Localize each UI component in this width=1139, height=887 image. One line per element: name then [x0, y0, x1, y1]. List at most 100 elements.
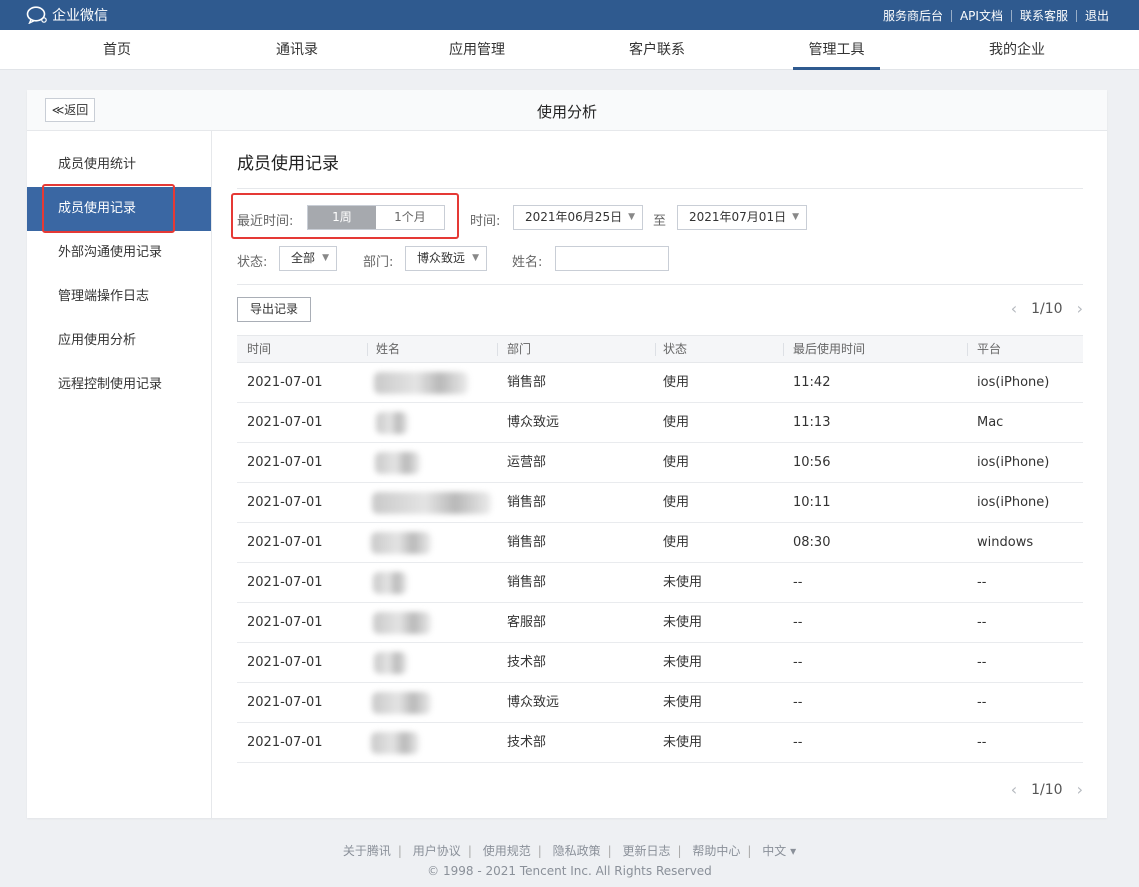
caret-down-icon: ▼ — [792, 212, 799, 222]
cell-status: 未使用 — [663, 615, 703, 630]
name-input[interactable] — [555, 246, 669, 271]
date-to-picker[interactable]: 2021年07月01日 ▼ — [677, 205, 807, 230]
cell-platform: windows — [977, 535, 1034, 550]
sidebar-item-remote-control-records[interactable]: 远程控制使用记录 — [27, 363, 211, 407]
copyright: © 1998 - 2021 Tencent Inc. All Rights Re… — [427, 864, 712, 878]
cell-platform: -- — [977, 735, 987, 750]
nav-app-management[interactable]: 应用管理 — [440, 30, 514, 70]
vendor-backend-link[interactable]: 服务商后台 — [883, 7, 943, 24]
cell-platform: -- — [977, 575, 987, 590]
caret-down-icon: ▼ — [322, 253, 329, 263]
cell-last-used: 10:56 — [793, 455, 831, 470]
sidebar-item-admin-operation-log[interactable]: 管理端操作日志 — [27, 275, 211, 319]
caret-down-icon: ▼ — [628, 212, 635, 222]
status-label: 状态: — [237, 255, 268, 270]
divider: | — [747, 844, 752, 858]
cell-status: 使用 — [663, 415, 690, 430]
cell-status: 使用 — [663, 535, 690, 550]
divider — [367, 343, 368, 356]
department-label: 部门: — [363, 255, 394, 270]
chevron-right-icon[interactable]: › — [1077, 299, 1083, 318]
date-from-picker[interactable]: 2021年06月25日 ▼ — [513, 205, 643, 230]
cell-department: 客服部 — [507, 615, 547, 630]
content-card: ≪返回 使用分析 成员使用统计 成员使用记录 外部沟通使用记录 管理端操作日志 … — [27, 90, 1107, 818]
table-header: 时间 姓名 部门 状态 最后使用时间 平台 — [237, 335, 1083, 363]
nav-customer-contact[interactable]: 客户联系 — [620, 30, 694, 70]
column-header-status: 状态 — [663, 342, 688, 356]
cell-status: 未使用 — [663, 575, 703, 590]
cell-status: 未使用 — [663, 695, 703, 710]
table-row: 2021-07-01 技术部 未使用 -- -- — [237, 643, 1083, 683]
page-indicator: 1/10 — [1031, 300, 1063, 317]
cell-time: 2021-07-01 — [247, 375, 323, 390]
cell-last-used: -- — [793, 615, 803, 630]
cell-department: 销售部 — [507, 375, 547, 390]
blurred-name — [371, 732, 419, 754]
sidebar-item-member-usage-stats[interactable]: 成员使用统计 — [27, 143, 211, 187]
cell-platform: ios(iPhone) — [977, 495, 1050, 510]
divider — [967, 343, 968, 356]
blurred-name — [374, 372, 468, 394]
divider — [783, 343, 784, 356]
nav-management-tools[interactable]: 管理工具 — [793, 30, 880, 70]
blurred-name — [372, 492, 491, 514]
blurred-name — [373, 572, 407, 594]
api-docs-link[interactable]: API文档 — [960, 7, 1003, 24]
cell-status: 使用 — [663, 455, 690, 470]
table-row: 2021-07-01 博众致远 使用 11:13 Mac — [237, 403, 1083, 443]
cell-department: 运营部 — [507, 455, 547, 470]
nav-my-enterprise[interactable]: 我的企业 — [980, 30, 1054, 70]
chevron-left-icon[interactable]: ‹ — [1011, 780, 1017, 799]
language-selector[interactable]: 中文 ▾ — [762, 844, 796, 858]
table-row: 2021-07-01 博众致远 未使用 -- -- — [237, 683, 1083, 723]
cell-status: 未使用 — [663, 655, 703, 670]
blurred-name — [374, 652, 407, 674]
sidebar-item-member-usage-records[interactable]: 成员使用记录 — [27, 187, 211, 231]
cell-department: 销售部 — [507, 495, 547, 510]
cell-platform: ios(iPhone) — [977, 375, 1050, 390]
footer-link-help-center[interactable]: 帮助中心 — [692, 844, 740, 858]
main-nav: 首页 通讯录 应用管理 客户联系 管理工具 我的企业 — [0, 30, 1139, 70]
cell-department: 销售部 — [507, 575, 547, 590]
table-row: 2021-07-01 销售部 使用 08:30 windows — [237, 523, 1083, 563]
wecom-logo-icon — [26, 6, 48, 24]
logout-link[interactable]: 退出 — [1085, 7, 1109, 24]
time-label: 时间: — [470, 214, 501, 229]
footer-link-privacy-policy[interactable]: 隐私政策 — [553, 844, 601, 858]
export-records-button[interactable]: 导出记录 — [237, 297, 311, 322]
column-header-name: 姓名 — [376, 342, 401, 356]
status-value: 全部 — [291, 251, 316, 265]
blurred-name — [372, 692, 431, 714]
date-from-value: 2021年06月25日 — [525, 210, 623, 224]
contact-support-link[interactable]: 联系客服 — [1020, 7, 1068, 24]
cell-time: 2021-07-01 — [247, 575, 323, 590]
recent-option-1-week[interactable]: 1周 — [308, 206, 376, 229]
sidebar-item-external-comm-records[interactable]: 外部沟通使用记录 — [27, 231, 211, 275]
cell-department: 销售部 — [507, 535, 547, 550]
caret-down-icon: ▼ — [472, 253, 479, 263]
footer-link-about-tencent[interactable]: 关于腾讯 — [343, 844, 391, 858]
cell-last-used: -- — [793, 735, 803, 750]
recent-option-1-month[interactable]: 1个月 — [376, 206, 444, 229]
page-title: 使用分析 — [536, 103, 597, 121]
cell-time: 2021-07-01 — [247, 695, 323, 710]
department-select[interactable]: 博众致远 ▼ — [405, 246, 487, 271]
table-row: 2021-07-01 运营部 使用 10:56 ios(iPhone) — [237, 443, 1083, 483]
cell-time: 2021-07-01 — [247, 495, 323, 510]
cell-department: 技术部 — [507, 735, 547, 750]
footer-link-usage-rules[interactable]: 使用规范 — [483, 844, 531, 858]
sidebar-item-app-usage-analysis[interactable]: 应用使用分析 — [27, 319, 211, 363]
status-select[interactable]: 全部 ▼ — [279, 246, 337, 271]
nav-home[interactable]: 首页 — [87, 30, 147, 70]
cell-status: 使用 — [663, 375, 690, 390]
divider — [1075, 9, 1077, 22]
chevron-left-icon[interactable]: ‹ — [1011, 299, 1017, 318]
footer-link-user-agreement[interactable]: 用户协议 — [413, 844, 461, 858]
brand-logo[interactable]: 企业微信 — [26, 5, 108, 25]
divider — [1010, 9, 1012, 22]
footer-link-changelog[interactable]: 更新日志 — [622, 844, 670, 858]
blurred-name — [371, 532, 431, 554]
blurred-name — [376, 412, 408, 434]
nav-contacts[interactable]: 通讯录 — [266, 30, 328, 70]
chevron-right-icon[interactable]: › — [1077, 780, 1083, 799]
